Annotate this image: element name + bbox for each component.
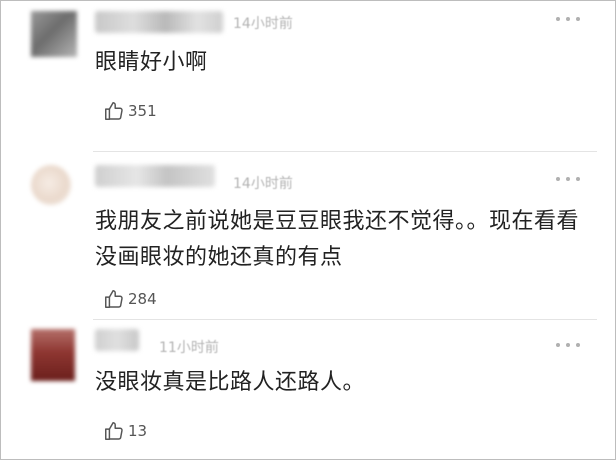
like-count: 284 [128, 290, 157, 308]
more-dots-icon[interactable] [555, 175, 581, 183]
thumbs-up-icon [105, 422, 123, 440]
like-button[interactable]: 351 [103, 99, 157, 123]
username-blurred[interactable] [95, 165, 215, 187]
more-dots-icon[interactable] [555, 15, 581, 23]
avatar[interactable] [31, 165, 71, 205]
thumbs-up-icon [105, 290, 123, 308]
like-button[interactable]: 13 [103, 419, 147, 443]
more-dots-icon[interactable] [555, 341, 581, 349]
comment-time: 14小时前 [233, 176, 293, 192]
comment-item: 11小时前 没眼妆真是比路人还路人。 13 [1, 319, 615, 459]
avatar[interactable] [31, 329, 75, 381]
avatar[interactable] [31, 11, 77, 57]
comment-text: 眼睛好小啊 [95, 50, 208, 75]
like-button[interactable]: 284 [103, 287, 157, 311]
comment-item: 14小时前 我朋友之前说她是豆豆眼我还不觉得。。现在看看没画眼妆的她还真的有点 … [1, 151, 615, 319]
comment-time: 11小时前 [159, 340, 219, 356]
comment-list: 14小时前 眼睛好小啊 351 14小时前 我朋友之前说她是豆豆眼我还不觉得。。… [0, 0, 616, 460]
username-blurred[interactable] [95, 11, 223, 33]
like-count: 13 [128, 422, 148, 440]
comment-time: 14小时前 [233, 16, 293, 32]
username-blurred[interactable] [95, 329, 139, 351]
thumbs-up-icon [105, 102, 123, 120]
comment-item: 14小时前 眼睛好小啊 351 [1, 1, 615, 151]
comment-text: 没眼妆真是比路人还路人。 [95, 370, 366, 395]
comment-text: 我朋友之前说她是豆豆眼我还不觉得。。现在看看没画眼妆的她还真的有点 [95, 209, 580, 270]
like-count: 351 [128, 102, 157, 120]
